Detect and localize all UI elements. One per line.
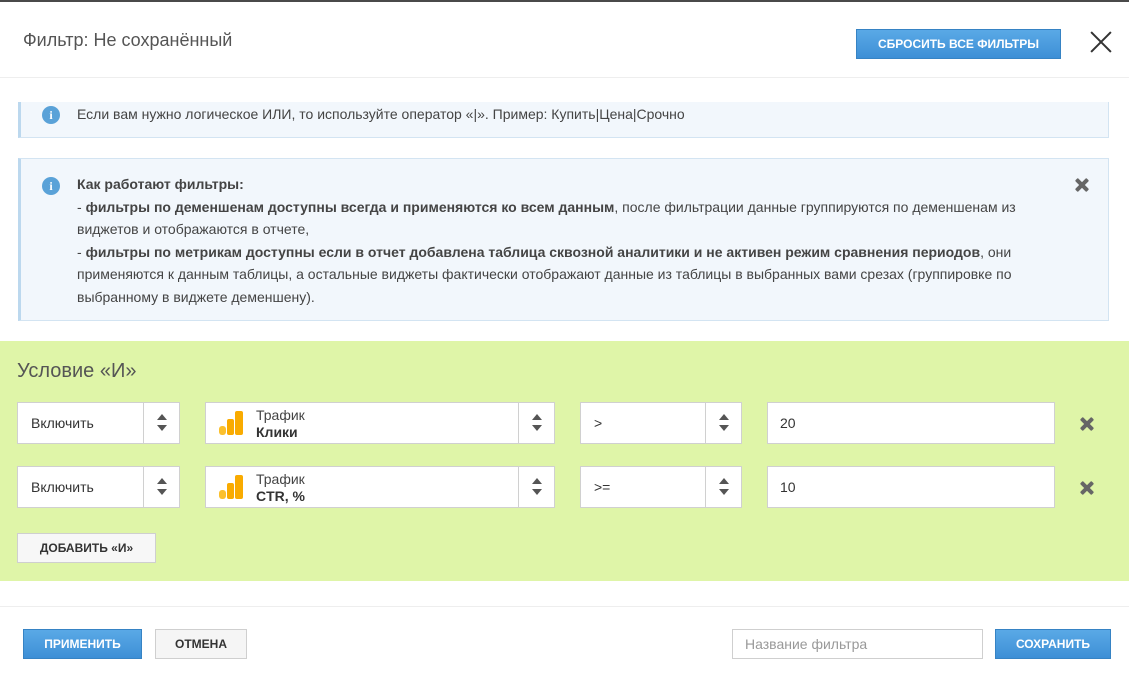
metric-source-label: Трафик	[256, 407, 305, 423]
value-input[interactable]	[767, 466, 1055, 508]
mode-select[interactable]: Включить	[17, 466, 180, 508]
info-dash-1: -	[77, 198, 86, 215]
info-circle-icon: i	[42, 177, 60, 195]
delete-row-icon[interactable]	[1079, 416, 1095, 432]
dialog-footer: ПРИМЕНИТЬ ОТМЕНА СОХРАНИТЬ	[0, 606, 1129, 680]
dialog-header: Фильтр: Не сохранённый СБРОСИТЬ ВСЕ ФИЛЬ…	[0, 2, 1129, 78]
mode-select-value: Включить	[31, 415, 94, 431]
info-circle-icon: i	[42, 106, 60, 124]
delete-row-icon[interactable]	[1079, 480, 1095, 496]
info-close-icon[interactable]	[1074, 177, 1090, 193]
operator-select[interactable]: >=	[580, 466, 742, 508]
info-or-operator: i Если вам нужно логическое ИЛИ, то испо…	[18, 102, 1109, 138]
operator-select[interactable]: >	[580, 402, 742, 444]
google-analytics-bars-icon	[219, 411, 243, 435]
metric-name-label: Клики	[256, 424, 298, 440]
cancel-button[interactable]: ОТМЕНА	[155, 629, 247, 659]
info-how-title: Как работают фильтры:	[77, 176, 244, 192]
operator-select-value: >=	[594, 479, 611, 495]
metric-name-label: CTR, %	[256, 488, 305, 504]
add-and-condition-button[interactable]: ДОБАВИТЬ «И»	[17, 533, 156, 563]
mode-select[interactable]: Включить	[17, 402, 180, 444]
filter-name-input[interactable]	[732, 629, 983, 659]
info-how-filters-work: i Как работают фильтры: - фильтры по дем…	[18, 158, 1109, 321]
up-down-arrows-icon	[705, 403, 741, 443]
reset-all-filters-button[interactable]: СБРОСИТЬ ВСЕ ФИЛЬТРЫ	[856, 29, 1061, 59]
dialog-title: Фильтр: Не сохранённый	[23, 30, 233, 50]
value-input[interactable]	[767, 402, 1055, 444]
info-bold-1: фильтры по деменшенам доступны всегда и …	[85, 198, 615, 215]
metric-select[interactable]: Трафик Клики	[205, 402, 555, 444]
up-down-arrows-icon	[705, 467, 741, 507]
info-dash-2: -	[77, 243, 86, 260]
up-down-arrows-icon	[143, 403, 179, 443]
google-analytics-bars-icon	[219, 475, 243, 499]
apply-button[interactable]: ПРИМЕНИТЬ	[23, 629, 142, 659]
operator-select-value: >	[594, 415, 603, 431]
metric-source-label: Трафик	[256, 471, 305, 487]
up-down-arrows-icon	[143, 467, 179, 507]
mode-select-value: Включить	[31, 479, 94, 495]
info-or-text: Если вам нужно логическое ИЛИ, то исполь…	[77, 106, 685, 122]
up-down-arrows-icon	[518, 403, 554, 443]
metric-select[interactable]: Трафик CTR, %	[205, 466, 555, 508]
up-down-arrows-icon	[518, 467, 554, 507]
close-icon[interactable]	[1087, 28, 1115, 56]
condition-title: Условие «И»	[17, 360, 137, 382]
save-button[interactable]: СОХРАНИТЬ	[995, 629, 1111, 659]
condition-and-panel: Условие «И» Включить Трафик Клики > Вклю…	[0, 341, 1129, 581]
info-how-text: Как работают фильтры: - фильтры по демен…	[77, 173, 1037, 308]
info-bold-2: фильтры по метрикам доступны если в отче…	[85, 243, 981, 260]
